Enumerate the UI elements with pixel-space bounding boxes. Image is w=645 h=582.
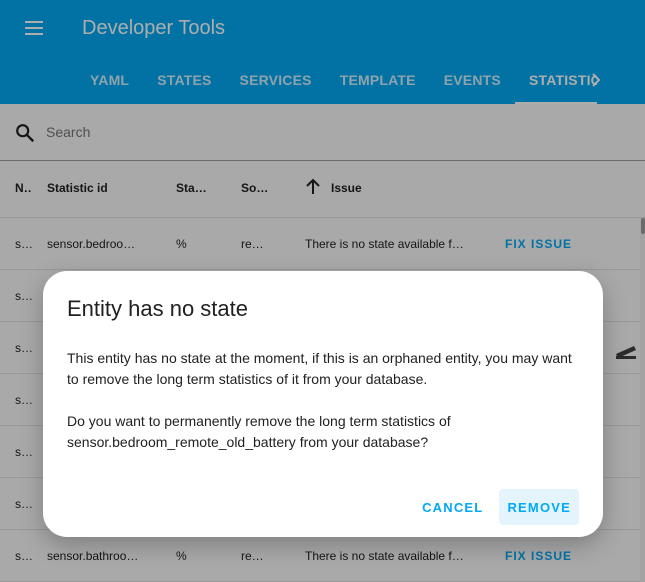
dialog-paragraph: This entity has no state at the moment, … (67, 350, 572, 387)
remove-button[interactable]: REMOVE (499, 489, 579, 525)
confirm-dialog: Entity has no state This entity has no s… (43, 271, 603, 537)
dialog-paragraph: Do you want to permanently remove the lo… (67, 413, 451, 450)
dialog-title: Entity has no state (67, 296, 248, 321)
dialog-actions: CANCEL REMOVE (414, 489, 579, 525)
cancel-button[interactable]: CANCEL (414, 489, 491, 525)
dialog-content: This entity has no state at the moment, … (67, 348, 583, 453)
